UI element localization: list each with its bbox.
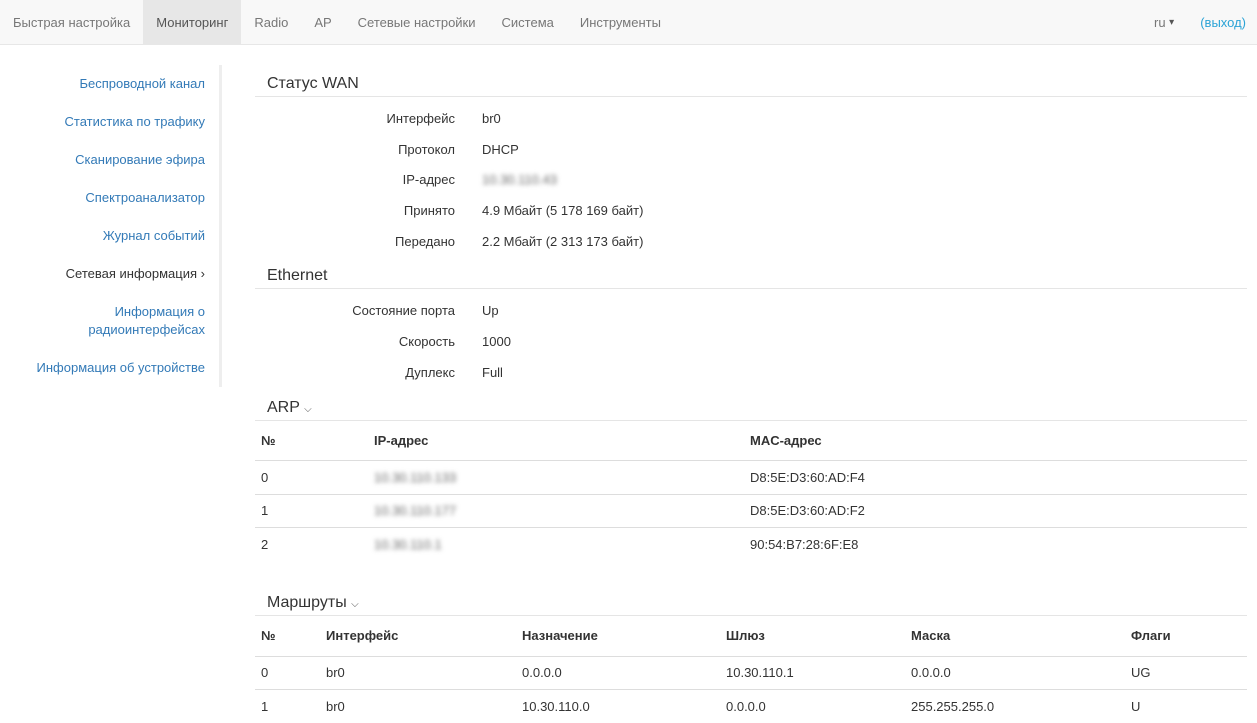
column-header: № xyxy=(255,421,368,461)
table-cell: 0 xyxy=(255,461,368,495)
table-cell: 10.30.110.133 xyxy=(368,461,744,495)
table-cell: 2 xyxy=(255,528,368,562)
caret-down-icon: ▾ xyxy=(1169,17,1174,28)
arp-title[interactable]: ARP ⌵ xyxy=(255,390,1247,421)
table-row: 0br00.0.0.010.30.110.10.0.0.0UG xyxy=(255,656,1247,690)
info-row: Состояние портаUp xyxy=(255,295,1247,326)
info-value: 2.2 Мбайт (2 313 173 байт) xyxy=(482,234,643,249)
table-row: 1br010.30.110.00.0.0.0255.255.255.0U xyxy=(255,690,1247,723)
ethernet-title: Ethernet xyxy=(255,258,1247,289)
sidebar-item-air-scan[interactable]: Сканирование эфира xyxy=(0,141,205,179)
info-label: Интерфейс xyxy=(255,111,482,126)
table-row: 210.30.110.190:54:B7:28:6F:E8 xyxy=(255,528,1247,562)
top-nav: Быстрая настройка Мониторинг Radio AP Се… xyxy=(0,0,1257,45)
table-cell: 0.0.0.0 xyxy=(516,656,720,690)
info-label: Дуплекс xyxy=(255,365,482,380)
column-header: IP-адрес xyxy=(368,421,744,461)
column-header: № xyxy=(255,616,320,656)
chevron-right-icon: › xyxy=(201,266,205,281)
nav-system[interactable]: Система xyxy=(489,0,567,44)
info-value: Full xyxy=(482,365,503,380)
sidebar-item-wireless-channel[interactable]: Беспроводной канал xyxy=(0,65,205,103)
nav-network-settings[interactable]: Сетевые настройки xyxy=(345,0,489,44)
sidebar-item-spectrum[interactable]: Спектроанализатор xyxy=(0,179,205,217)
language-dropdown[interactable]: ru ▾ xyxy=(1141,0,1187,45)
sidebar-item-network-info[interactable]: Сетевая информация › xyxy=(0,255,205,293)
nav-quick-setup[interactable]: Быстрая настройка xyxy=(0,0,143,44)
table-cell: 255.255.255.0 xyxy=(905,690,1125,723)
info-row: ДуплексFull xyxy=(255,357,1247,388)
table-cell: br0 xyxy=(320,690,516,723)
table-row: 110.30.110.177D8:5E:D3:60:AD:F2 xyxy=(255,494,1247,528)
table-cell: 0.0.0.0 xyxy=(905,656,1125,690)
column-header: MAC-адрес xyxy=(744,421,1247,461)
arp-table: №IP-адресMAC-адрес010.30.110.133D8:5E:D3… xyxy=(255,421,1247,562)
column-header: Интерфейс xyxy=(320,616,516,656)
table-cell: UG xyxy=(1125,656,1247,690)
nav-tools[interactable]: Инструменты xyxy=(567,0,674,44)
table-cell: br0 xyxy=(320,656,516,690)
nav-monitoring[interactable]: Мониторинг xyxy=(143,0,241,44)
table-cell: D8:5E:D3:60:AD:F4 xyxy=(744,461,1247,495)
info-label: Скорость xyxy=(255,334,482,349)
sidebar-item-radio-info[interactable]: Информация о радиоинтерфейсах xyxy=(0,293,205,349)
nav-ap[interactable]: AP xyxy=(301,0,344,44)
table-cell: 0.0.0.0 xyxy=(720,690,905,723)
wan-title: Статус WAN xyxy=(255,66,1247,97)
info-row: Интерфейсbr0 xyxy=(255,103,1247,134)
info-label: Передано xyxy=(255,234,482,249)
table-cell: 1 xyxy=(255,690,320,723)
sidebar-item-traffic-stats[interactable]: Статистика по трафику xyxy=(0,103,205,141)
table-cell: 10.30.110.1 xyxy=(720,656,905,690)
chevron-down-icon: ⌵ xyxy=(351,599,359,610)
column-header: Маска xyxy=(905,616,1125,656)
routes-table: №ИнтерфейсНазначениеШлюзМаскаФлаги0br00.… xyxy=(255,616,1247,723)
info-label: Состояние порта xyxy=(255,303,482,318)
table-cell: 10.30.110.177 xyxy=(368,494,744,528)
chevron-down-icon: ⌵ xyxy=(304,404,312,415)
info-row: ПротоколDHCP xyxy=(255,134,1247,165)
nav-radio[interactable]: Radio xyxy=(241,0,301,44)
info-value: Up xyxy=(482,303,499,318)
column-header: Флаги xyxy=(1125,616,1247,656)
sidebar-item-event-log[interactable]: Журнал событий xyxy=(0,217,205,255)
routes-title-label: Маршруты xyxy=(267,594,347,611)
table-cell: U xyxy=(1125,690,1247,723)
table-cell: 10.30.110.0 xyxy=(516,690,720,723)
info-row: IP-адрес10.30.110.43 xyxy=(255,164,1247,195)
info-value: 4.9 Мбайт (5 178 169 байт) xyxy=(482,203,643,218)
language-label: ru xyxy=(1154,15,1166,30)
info-row: Скорость1000 xyxy=(255,326,1247,357)
info-label: IP-адрес xyxy=(255,172,482,187)
info-label: Принято xyxy=(255,203,482,218)
arp-title-label: ARP xyxy=(267,399,300,416)
table-cell: 10.30.110.1 xyxy=(368,528,744,562)
column-header: Шлюз xyxy=(720,616,905,656)
table-row: 010.30.110.133D8:5E:D3:60:AD:F4 xyxy=(255,461,1247,495)
routes-title[interactable]: Маршруты ⌵ xyxy=(255,585,1247,616)
sidebar-item-label: Сетевая информация xyxy=(66,266,197,281)
column-header: Назначение xyxy=(516,616,720,656)
table-cell: 90:54:B7:28:6F:E8 xyxy=(744,528,1247,562)
info-value: DHCP xyxy=(482,142,519,157)
info-row: Принято4.9 Мбайт (5 178 169 байт) xyxy=(255,195,1247,226)
info-row: Передано2.2 Мбайт (2 313 173 байт) xyxy=(255,226,1247,257)
sidebar: Беспроводной канал Статистика по трафику… xyxy=(0,65,222,387)
main-content: Статус WAN Интерфейсbr0ПротоколDHCPIP-ад… xyxy=(255,66,1247,723)
info-value: 1000 xyxy=(482,334,511,349)
table-header: №IP-адресMAC-адрес xyxy=(255,421,1247,461)
table-cell: 1 xyxy=(255,494,368,528)
table-header: №ИнтерфейсНазначениеШлюзМаскаФлаги xyxy=(255,616,1247,656)
table-cell: D8:5E:D3:60:AD:F2 xyxy=(744,494,1247,528)
info-label: Протокол xyxy=(255,142,482,157)
table-cell: 0 xyxy=(255,656,320,690)
info-value: br0 xyxy=(482,111,501,126)
logout-link[interactable]: (выход) xyxy=(1187,0,1257,45)
sidebar-item-device-info[interactable]: Информация об устройстве xyxy=(0,349,205,387)
info-value: 10.30.110.43 xyxy=(482,172,557,187)
